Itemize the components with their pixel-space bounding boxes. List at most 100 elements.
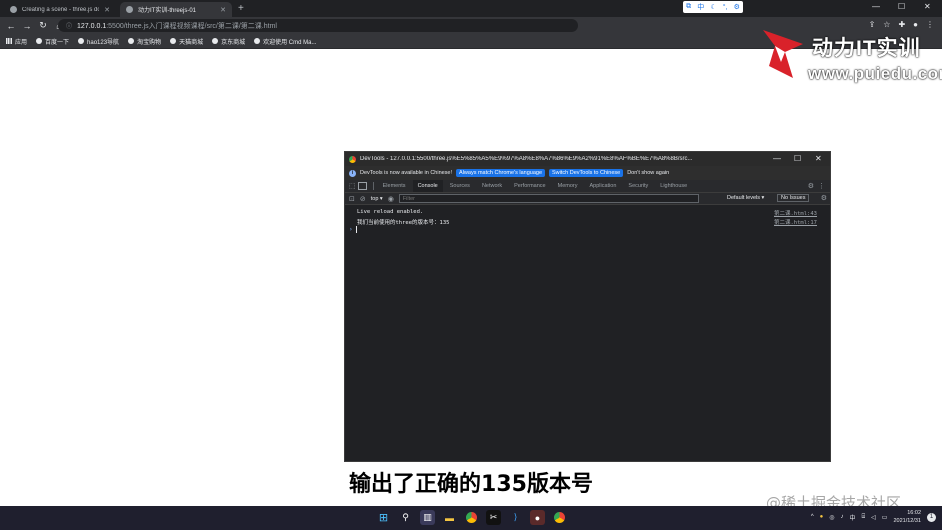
microphone-icon[interactable]: ♪ — [841, 514, 844, 520]
tab-memory[interactable]: Memory — [553, 180, 583, 192]
browser-tab-current[interactable]: 动力IT实训-threejs-01 ✕ — [120, 2, 232, 17]
console-input-caret[interactable] — [356, 226, 357, 233]
url-host: 127.0.0.1 — [77, 22, 107, 30]
bookmark-tmall[interactable]: 天猫商城 — [170, 37, 203, 46]
tab-elements[interactable]: Elements — [378, 180, 411, 192]
info-icon[interactable]: ⓘ — [66, 21, 72, 30]
browser-tab-threejs-docs[interactable]: Creating a scene - three.js do ✕ — [4, 2, 116, 17]
console-output[interactable]: Live reload enabled. 第二课.html:43 我们当前使用的… — [345, 205, 830, 452]
maximize-icon[interactable]: ☐ — [794, 154, 801, 163]
browser-tab-strip: Creating a scene - three.js do ✕ 动力IT实训-… — [0, 0, 942, 17]
infobar-message: DevTools is now available in Chinese! — [360, 170, 453, 176]
system-clock[interactable]: 16:02 2021/12/31 — [893, 509, 921, 525]
log-levels-dropdown[interactable]: Default levels ▾ — [727, 195, 764, 201]
filter-input[interactable] — [398, 194, 699, 203]
menu-kebab-icon[interactable]: ⋮ — [926, 20, 934, 29]
console-settings-gear-icon[interactable]: ⚙ — [821, 194, 827, 202]
notification-badge-icon[interactable]: ● — [820, 514, 824, 520]
devtools-title-bar: DevTools - 127.0.0.1:5500/three.js%E5%85… — [345, 152, 830, 166]
bookmark-cmd-markdown[interactable]: 欢迎使用 Cmd Ma... — [254, 37, 316, 46]
reload-icon[interactable]: ↻ — [35, 20, 51, 31]
globe-icon — [170, 38, 177, 44]
close-tab-icon[interactable]: ✕ — [104, 6, 110, 14]
minimize-icon[interactable]: — — [773, 154, 781, 163]
inspect-element-icon[interactable]: ⬚ — [349, 182, 356, 190]
ime-toolbar[interactable]: ⧉ 中 ☾ °, ⚙ — [683, 1, 743, 13]
log-source-link[interactable]: 第二课.html:43 — [774, 209, 817, 217]
globe-favicon-icon — [126, 6, 133, 13]
context-selector[interactable]: top ▾ — [371, 196, 383, 202]
dont-show-again-button[interactable]: Don't show again — [627, 170, 669, 176]
issues-button[interactable]: No Issues — [777, 194, 810, 202]
globe-icon — [78, 38, 85, 44]
bookmark-apps[interactable]: 应用 — [6, 37, 27, 46]
apps-grid-icon — [6, 38, 12, 44]
share-icon[interactable]: ⇪ — [869, 20, 876, 29]
new-tab-button[interactable]: + — [238, 2, 244, 17]
windows-start-icon[interactable]: ⊞ — [376, 510, 391, 525]
log-message: 我们当前使用的three的版本号：135 — [357, 220, 450, 226]
switch-to-chinese-button[interactable]: Switch DevTools to Chinese — [549, 169, 624, 177]
watermark-brand: 动力IT实训 — [812, 37, 921, 60]
network-icon[interactable]: ⌸ — [862, 514, 866, 521]
log-source-link[interactable]: 第二课.html:17 — [774, 218, 817, 226]
clear-console-icon[interactable]: ⊘ — [360, 195, 366, 203]
close-icon[interactable]: ✕ — [815, 154, 822, 163]
file-explorer-icon[interactable]: ▬ — [442, 510, 457, 525]
chrome-devtools-taskbar-icon[interactable] — [552, 510, 567, 525]
watermark-domain: www.puiedu.com — [808, 64, 942, 83]
extension-puzzle-icon[interactable]: ✚ — [898, 20, 905, 29]
tab-lighthouse[interactable]: Lighthouse — [655, 180, 692, 192]
forward-arrow-icon[interactable]: → — [19, 21, 35, 31]
more-options-icon[interactable]: ⋮ — [818, 182, 825, 190]
close-window-icon[interactable]: ✕ — [924, 2, 931, 11]
profile-avatar-icon[interactable]: ● — [913, 20, 918, 29]
ime-language[interactable]: 中 — [697, 2, 704, 12]
globe-icon — [36, 38, 43, 44]
back-arrow-icon[interactable]: ← — [3, 21, 19, 31]
widgets-icon[interactable]: ▥ — [420, 510, 435, 525]
address-bar[interactable]: ⓘ 127.0.0.1:5500/three.js入门课程视频课程/src/第二… — [58, 19, 578, 32]
maximize-window-icon[interactable]: ☐ — [898, 2, 905, 11]
ime-indicator[interactable]: 中 — [850, 513, 856, 522]
close-tab-icon[interactable]: ✕ — [220, 6, 226, 14]
windows-taskbar: ⊞ ⚲ ▥ ▬ ✂ ⟩ ● ^ ● ◎ ♪ 中 ⌸ ◁ ▭ 16:02 2021/… — [0, 506, 942, 530]
moon-icon[interactable]: ☾ — [710, 3, 716, 11]
bookmark-star-icon[interactable]: ☆ — [883, 20, 890, 29]
globe-icon — [254, 38, 261, 44]
eye-icon[interactable]: ◉ — [388, 195, 394, 203]
tab-application[interactable]: Application — [584, 180, 621, 192]
notifications-icon[interactable]: 1 — [927, 512, 936, 522]
device-toolbar-icon[interactable] — [357, 182, 367, 190]
language-infobar: i DevTools is now available in Chinese! … — [345, 166, 830, 180]
console-prompt-chevron-icon: › — [349, 226, 353, 233]
settings-gear-icon[interactable]: ⚙ — [808, 182, 814, 190]
battery-icon[interactable]: ▭ — [882, 514, 888, 521]
bookmark-jd[interactable]: 京东商城 — [212, 37, 245, 46]
bookmark-taobao[interactable]: 淘宝购物 — [128, 37, 161, 46]
settings-gear-icon[interactable]: ⚙ — [734, 3, 740, 11]
bookmark-hao123[interactable]: hao123导航 — [78, 37, 119, 46]
security-icon[interactable]: ◎ — [829, 514, 834, 521]
puiedu-logo-icon — [763, 30, 803, 78]
recorder-icon[interactable]: ● — [530, 510, 545, 525]
search-icon[interactable]: ⚲ — [398, 510, 413, 525]
capcut-icon[interactable]: ✂ — [486, 510, 501, 525]
volume-icon[interactable]: ◁ — [871, 514, 876, 521]
vscode-icon[interactable]: ⟩ — [508, 510, 523, 525]
tab-network[interactable]: Network — [477, 180, 507, 192]
threejs-favicon-icon — [10, 6, 17, 13]
punctuation-icon[interactable]: °, — [723, 4, 728, 11]
minimize-window-icon[interactable]: — — [872, 2, 880, 11]
chevron-up-icon[interactable]: ^ — [811, 514, 814, 520]
sidebar-toggle-icon[interactable]: ⊡ — [349, 195, 355, 203]
tab-security[interactable]: Security — [623, 180, 653, 192]
tab-performance[interactable]: Performance — [509, 180, 551, 192]
bookmark-baidu[interactable]: 百度一下 — [36, 37, 69, 46]
chrome-taskbar-icon[interactable] — [464, 510, 479, 525]
match-language-button[interactable]: Always match Chrome's language — [456, 169, 546, 177]
tab-sources[interactable]: Sources — [445, 180, 475, 192]
globe-icon — [128, 38, 135, 44]
info-icon: i — [349, 169, 356, 177]
tab-console[interactable]: Console — [412, 180, 443, 192]
